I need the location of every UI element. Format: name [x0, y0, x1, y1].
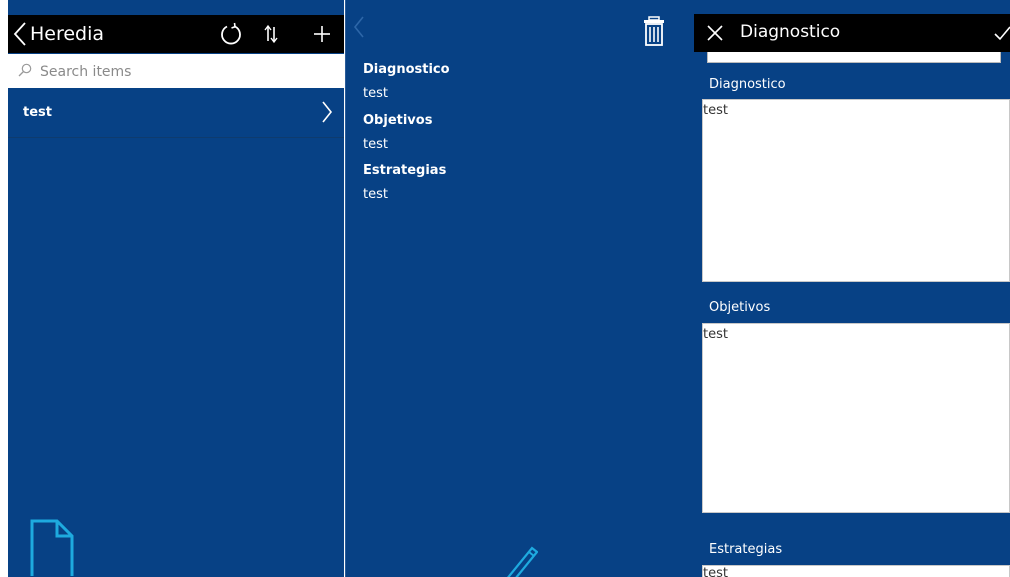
screen-title: Heredia [30, 23, 105, 45]
search-input[interactable] [38, 54, 332, 90]
sort-button[interactable] [258, 15, 284, 53]
objetivos-title: Objetivos [363, 113, 433, 128]
browse-panel: Heredia t [8, 0, 344, 577]
diagnostico-title: Diagnostico [363, 62, 450, 77]
objetivos-textarea[interactable]: test [702, 323, 1010, 513]
close-icon [707, 25, 723, 41]
search-icon [18, 63, 32, 77]
add-icon [314, 26, 330, 42]
delete-icon [644, 16, 664, 46]
back-button[interactable] [10, 15, 30, 53]
detail-panel: Diagnostico test Objetivos test Estrateg… [345, 0, 694, 577]
refresh-button[interactable] [216, 15, 246, 53]
estrategias-label: Estrategias [709, 542, 783, 557]
estrategias-value: test [363, 187, 388, 202]
checkmark-icon [994, 26, 1010, 41]
list-item-title: test [23, 105, 52, 120]
back-chevron-icon [13, 22, 26, 46]
estrategias-title: Estrategias [363, 163, 447, 178]
delete-button[interactable] [640, 14, 668, 48]
estrategias-textarea[interactable]: test [702, 565, 1010, 577]
document-icon [30, 519, 74, 576]
detail-back-button[interactable] [350, 12, 368, 42]
edit-pencil-icon [507, 546, 539, 577]
objetivos-label: Objetivos [709, 300, 771, 315]
diagnostico-label: Diagnostico [709, 77, 786, 92]
edit-header: Diagnostico [694, 14, 1010, 52]
refresh-icon [221, 22, 241, 45]
chevron-right-icon[interactable] [321, 100, 333, 124]
edit-title: Diagnostico [740, 22, 841, 42]
search-box [8, 54, 344, 90]
edit-button[interactable] [498, 542, 539, 577]
back-chevron-icon [353, 16, 364, 38]
cancel-button[interactable] [702, 14, 728, 52]
browse-header: Heredia [8, 15, 344, 53]
diagnostico-value: test [363, 86, 388, 101]
submit-button[interactable] [994, 14, 1010, 52]
add-button[interactable] [308, 15, 336, 53]
edit-panel: Diagnostico Diagnostico test Objetivos t… [694, 0, 1010, 577]
detail-header [346, 0, 694, 52]
objetivos-value: test [363, 137, 388, 152]
list-item[interactable]: test [8, 88, 344, 138]
sort-icon [264, 24, 278, 44]
diagnostico-textarea[interactable]: test [702, 99, 1010, 282]
previous-input-field[interactable] [707, 52, 1001, 63]
